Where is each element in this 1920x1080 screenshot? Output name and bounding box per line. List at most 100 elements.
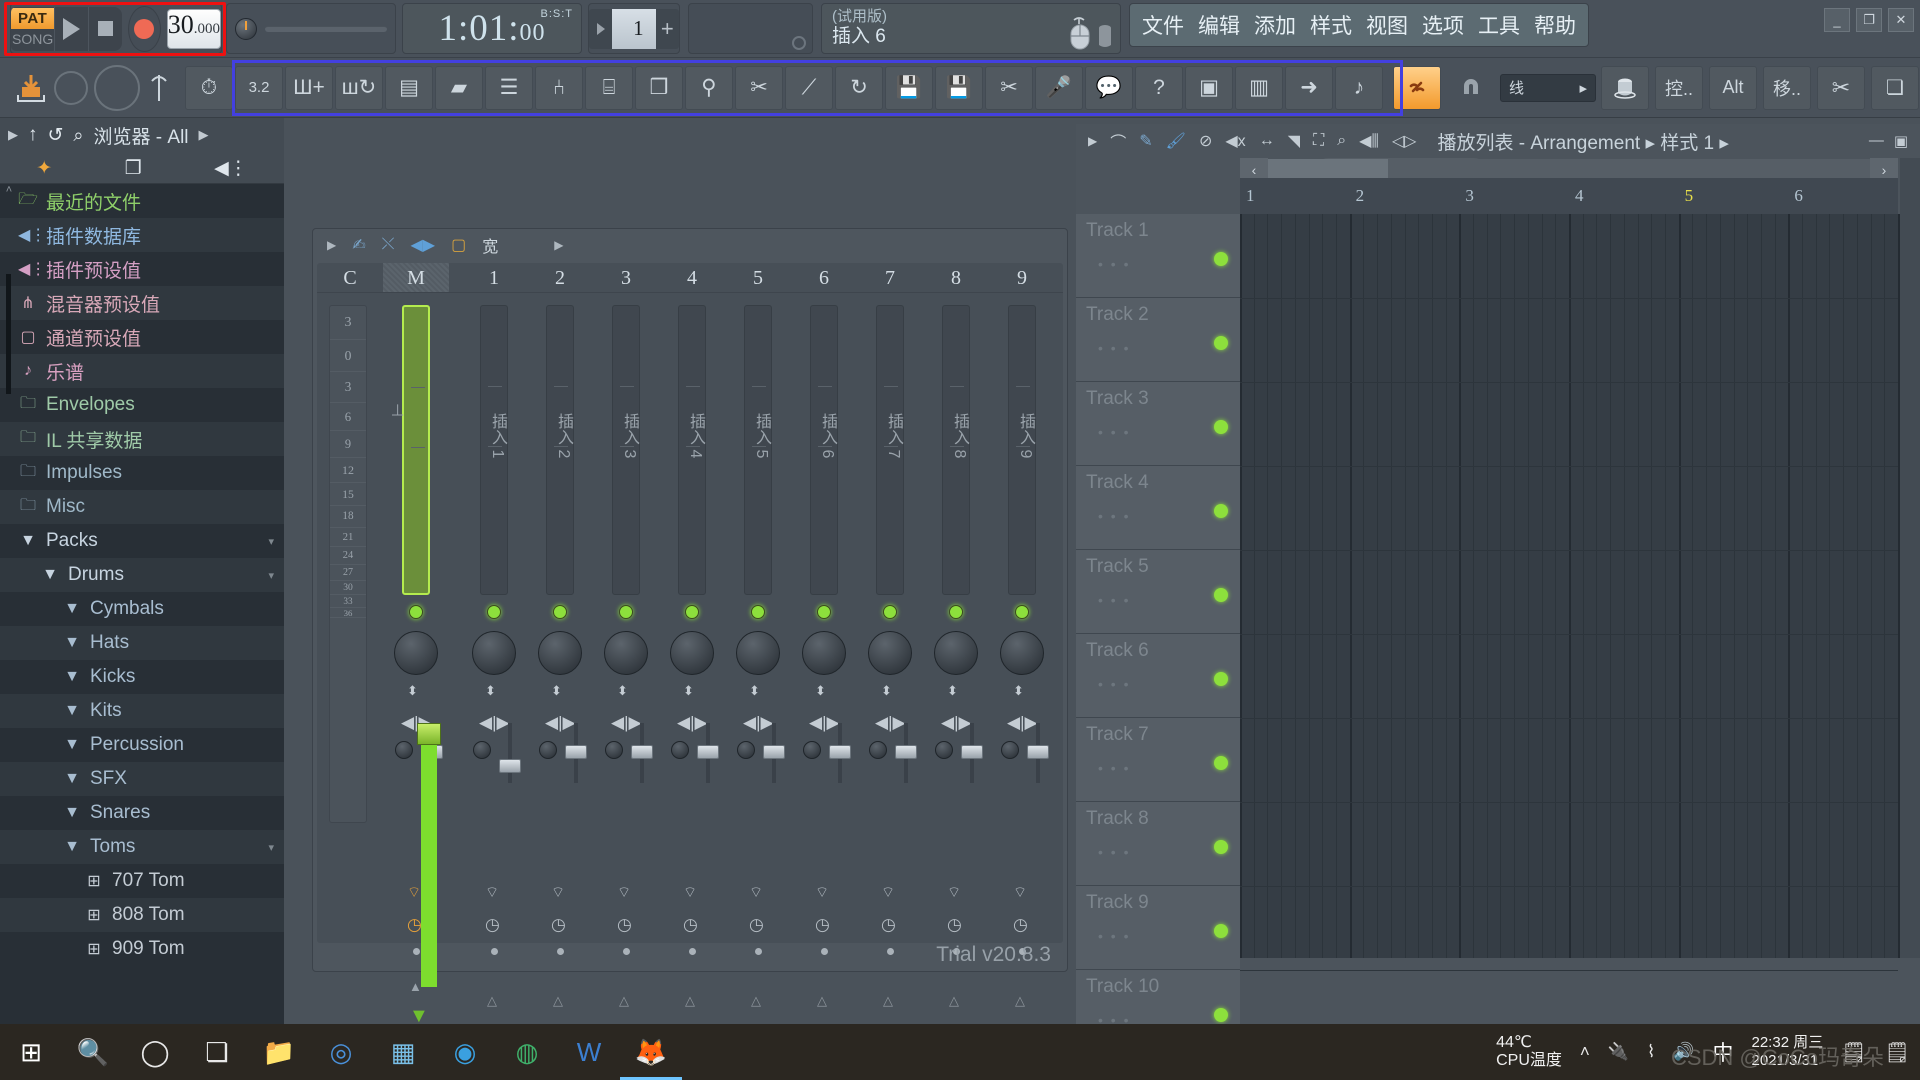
scissors-icon[interactable]: ✂ [985, 65, 1033, 110]
zoom-icon[interactable]: ⌕ [1337, 132, 1346, 150]
fader-track[interactable] [402, 305, 430, 595]
browser-item-percussion[interactable]: ▼ Percussion [0, 728, 284, 762]
browser-tree[interactable]: ˄ 🗁 最近的文件 ◀⋮ 插件数据库 ◀⋮ 插件预设值 ⋔ 混音器预设值 ▢ 通道预设值 ♪ 乐谱 🗀 E… [0, 184, 284, 1024]
mixer-mute-button[interactable]: ⌔ [749, 883, 763, 902]
menu-item-options[interactable]: 选项 [1422, 10, 1464, 40]
mixer-volume-knob[interactable] [1001, 741, 1019, 759]
add-pattern-button[interactable]: + [655, 8, 680, 49]
start-button[interactable]: ⊞ [0, 1024, 62, 1080]
fader-handle[interactable] [1027, 745, 1049, 759]
chevron-down-icon[interactable]: ▾ [268, 569, 274, 582]
mixer-enable-led[interactable] [685, 605, 699, 619]
alt-button[interactable]: Alt [1709, 65, 1757, 110]
mixer-volume-fader[interactable] [565, 723, 587, 783]
mixer-strip-insert-4[interactable]: 插入 4 ⬍ ◀|▶ ⌔ ◷ △ [659, 293, 725, 1008]
mixer-send-triangle[interactable]: △ [685, 993, 695, 1009]
mixer-volume-knob[interactable] [395, 741, 413, 759]
step-sequencer-icon[interactable]: ▰ [435, 65, 483, 110]
playlist-icon[interactable]: ☰ [485, 65, 533, 110]
mixer-latency-icon[interactable]: ◷ [947, 915, 962, 935]
mixer-track-number[interactable]: M [383, 263, 449, 292]
master-volume-slider[interactable] [265, 25, 387, 32]
browser-item-hats[interactable]: ▼ Hats [0, 626, 284, 660]
store-icon[interactable]: ▦ [372, 1024, 434, 1080]
mixer-volume-knob[interactable] [935, 741, 953, 759]
mixer-send-triangle[interactable]: △ [619, 993, 629, 1009]
fader-handle[interactable] [631, 745, 653, 759]
track-options[interactable]: • • • [1098, 592, 1130, 608]
track-options[interactable]: • • • [1098, 256, 1130, 272]
wps-word-icon[interactable]: W [558, 1024, 620, 1080]
file-explorer-icon[interactable]: 📁 [248, 1024, 310, 1080]
mixer-enable-led[interactable] [949, 605, 963, 619]
track-enable-led[interactable] [1214, 1008, 1228, 1022]
snap-value-icon[interactable]: 3.2 [235, 65, 283, 110]
mixer-strip-insert-2[interactable]: 插入 2 ⬍ ◀|▶ ⌔ ◷ △ [527, 293, 593, 1008]
mixer-route-arrows[interactable]: ⬍ [485, 683, 496, 699]
mixer-volume-knob[interactable] [605, 741, 623, 759]
mixer-pan-knob[interactable] [868, 631, 912, 675]
mixer-pan-knob[interactable] [802, 631, 846, 675]
mixer-volume-knob[interactable] [869, 741, 887, 759]
note-icon[interactable]: ♪ [1335, 65, 1383, 110]
chevron-right-icon[interactable]: ▶ [554, 238, 563, 252]
track-enable-led[interactable] [1214, 840, 1228, 854]
mixer-volume-knob[interactable] [803, 741, 821, 759]
mixer-send-triangle[interactable]: △ [949, 993, 959, 1009]
mixer-track-number[interactable]: 6 [791, 263, 857, 292]
scissors-icon[interactable]: ✂ [1817, 65, 1865, 110]
track-options[interactable]: • • • [1098, 508, 1130, 524]
chevron-down-icon[interactable]: ▾ [268, 841, 274, 854]
mixer-strip-insert-5[interactable]: 插入 5 ⬍ ◀|▶ ⌔ ◷ △ [725, 293, 791, 1008]
speaker-icon[interactable]: ◀⋮ [214, 157, 248, 180]
magnet-icon[interactable] [1447, 66, 1495, 110]
mixer-volume-knob[interactable] [539, 741, 557, 759]
mixer-volume-fader[interactable] [1027, 723, 1049, 783]
playback-icon[interactable]: ◀⫼ [1359, 131, 1379, 151]
channel-rack-icon[interactable]: ▤ [385, 65, 433, 110]
record-button[interactable] [128, 5, 161, 52]
cortana-icon[interactable]: ◯ [124, 1024, 186, 1080]
link-icon[interactable] [1393, 65, 1441, 110]
browser-item-混音器预设值[interactable]: ⋔ 混音器预设值 [0, 286, 284, 320]
slip-icon[interactable]: ↔ [1259, 132, 1275, 150]
stop-button[interactable] [88, 6, 123, 51]
mixer-volume-fader[interactable] [829, 723, 851, 783]
undo-icon[interactable]: ↻ [835, 65, 883, 110]
time-display-panel[interactable]: 1:01:00 B:S:T [402, 3, 582, 54]
mixer-pan-knob[interactable] [538, 631, 582, 675]
mixer-pan-knob[interactable] [670, 631, 714, 675]
playlist-track-header[interactable]: Track 7 • • • [1076, 718, 1240, 802]
pat-mode-label[interactable]: PAT [11, 8, 55, 29]
slide-tool-icon[interactable]: ⟋ [785, 65, 833, 110]
fader-handle[interactable] [499, 759, 521, 773]
mixer-pan-knob[interactable] [934, 631, 978, 675]
search-icon[interactable]: 🔍 [62, 1024, 124, 1080]
minimize-button[interactable]: _ [1824, 8, 1850, 32]
mixer-volume-fader[interactable] [763, 723, 785, 783]
track-enable-led[interactable] [1214, 504, 1228, 518]
mixer-track-number[interactable]: 3 [593, 263, 659, 292]
menu-item-file[interactable]: 文件 [1142, 10, 1184, 40]
track-options[interactable]: • • • [1098, 340, 1130, 356]
mixer-track-number[interactable]: 4 [659, 263, 725, 292]
chevron-right-icon[interactable]: ▶ [199, 127, 209, 143]
mixer-mute-button[interactable]: ⌔ [1013, 883, 1027, 902]
mixer-volume-knob[interactable] [473, 741, 491, 759]
mixer-record-dot[interactable] [623, 948, 630, 955]
battery-icon[interactable]: 🔌 [1608, 1042, 1629, 1062]
maximize-button[interactable]: ❐ [1856, 8, 1882, 32]
browser-item-乐谱[interactable]: ♪ 乐谱 [0, 354, 284, 388]
browser-item-packs[interactable]: ▼ Packs ▾ [0, 524, 284, 558]
action-center-icon[interactable]: 🗒 [1885, 1040, 1910, 1065]
mixer-latency-icon[interactable]: ◷ [407, 915, 422, 935]
fader-handle[interactable] [829, 745, 851, 759]
delete-icon[interactable]: ◀x [1225, 131, 1245, 151]
chevron-up-icon[interactable]: ˄ [1580, 1042, 1590, 1062]
mixer-route-arrows[interactable]: ⬍ [551, 683, 562, 699]
mixer-route-arrows[interactable]: ⬍ [617, 683, 628, 699]
hand-icon[interactable]: ✍ [352, 235, 365, 255]
fader-handle[interactable] [565, 745, 587, 759]
close-button[interactable]: ✕ [1888, 8, 1914, 32]
mixer-mute-button[interactable]: ⌔ [683, 883, 697, 902]
